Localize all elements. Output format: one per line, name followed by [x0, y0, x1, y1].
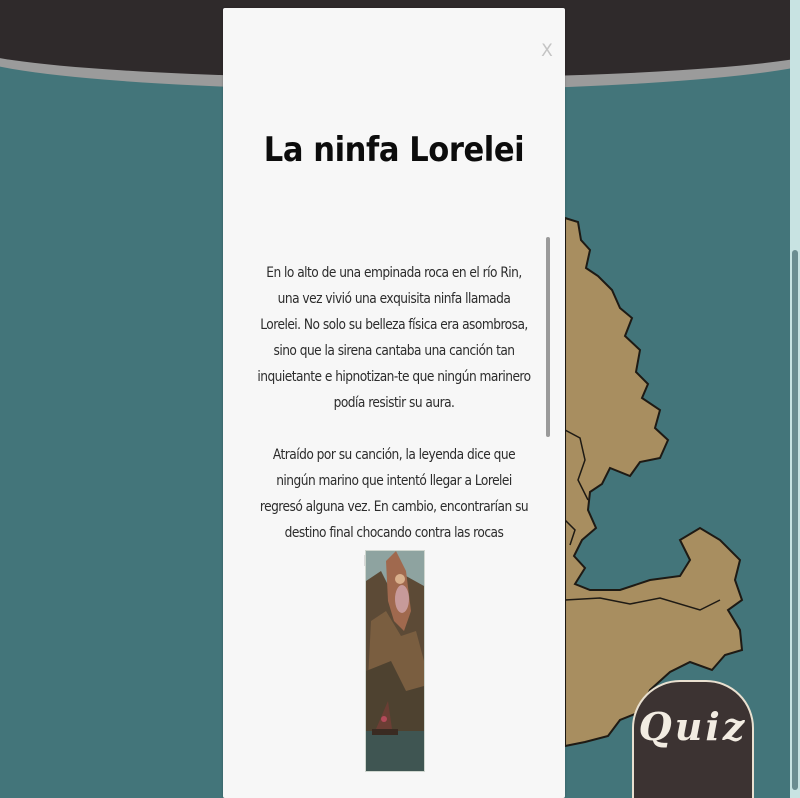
map-stage: X La ninfa Lorelei En lo alto de una emp…	[0, 0, 800, 798]
lorelei-painting	[365, 550, 425, 772]
land-mass	[564, 216, 744, 748]
modal-scrollbar[interactable]	[546, 237, 550, 437]
story-paragraph-1: En lo alto de una empinada roca en el rí…	[257, 265, 531, 411]
modal-title: La ninfa Lorelei	[263, 130, 525, 170]
close-button[interactable]: X	[539, 40, 555, 62]
page-scrollbar[interactable]	[792, 250, 798, 790]
modal-body: En lo alto de una empinada roca en el rí…	[257, 260, 531, 598]
painting-image-icon	[366, 551, 424, 771]
quiz-button[interactable]: Quiz	[632, 680, 754, 798]
